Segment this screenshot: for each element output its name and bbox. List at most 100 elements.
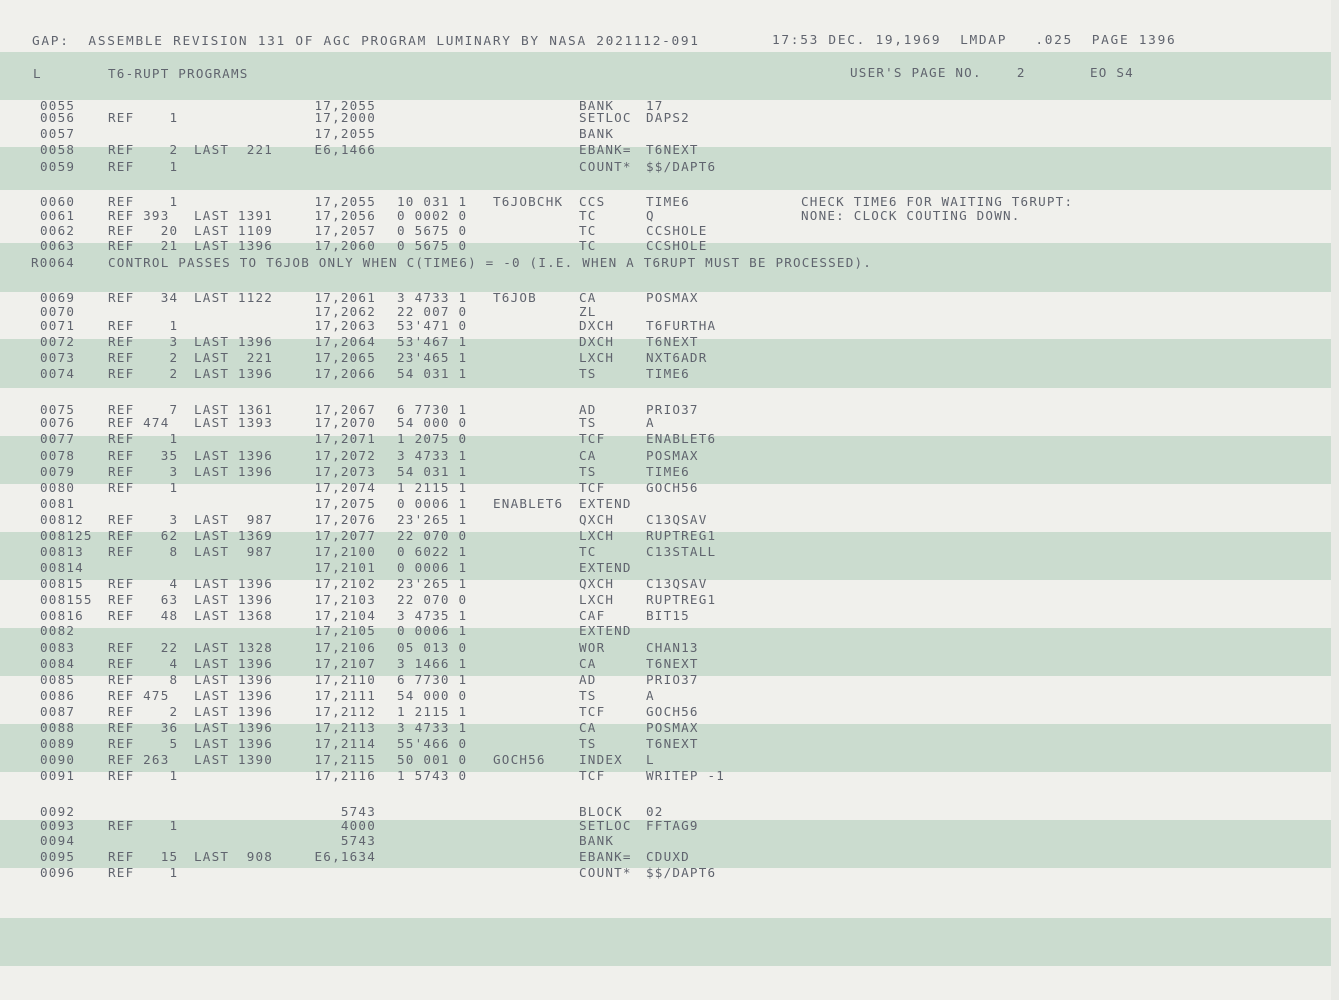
cell-code: 0 5675 0	[397, 238, 468, 253]
cell-ref: REF 393	[108, 208, 170, 223]
paper-edge	[1331, 0, 1339, 1000]
cell-ln: 00813	[40, 544, 84, 559]
cell-code: 6 7730 1	[397, 672, 468, 687]
cell-operand: RUPTREG1	[646, 592, 717, 607]
cell-code: 3 4733 1	[397, 720, 468, 735]
cell-comment: NONE: CLOCK COUTING DOWN.	[801, 208, 1021, 223]
cell-operand: POSMAX	[646, 290, 699, 305]
cell-ln: 0092	[40, 804, 76, 819]
cell-ln: 0061	[40, 208, 76, 223]
cell-addr: 17,2073	[314, 464, 376, 479]
section-title: T6-RUPT PROGRAMS	[108, 66, 249, 81]
cell-ref: REF 1	[108, 480, 179, 495]
cell-ln: 0079	[40, 464, 76, 479]
cell-op: TC	[579, 208, 597, 223]
cell-last: LAST 1396	[194, 366, 274, 381]
cell-op: SETLOC	[579, 110, 632, 125]
cell-addr: 17,2057	[314, 223, 376, 238]
cell-ref: REF 1	[108, 318, 179, 333]
remark-line-number: R0064	[31, 255, 75, 270]
cell-op: CAF	[579, 608, 606, 623]
cell-addr: 17,2111	[314, 688, 376, 703]
cell-addr: 17,2104	[314, 608, 376, 623]
cell-op: TCF	[579, 768, 606, 783]
cell-ln: 0057	[40, 126, 76, 141]
cell-operand: C13STALL	[646, 544, 717, 559]
cell-last: LAST 987	[194, 544, 274, 559]
cell-ref: REF 5	[108, 736, 179, 751]
cell-ref: REF 63	[108, 592, 179, 607]
cell-last: LAST 1122	[194, 290, 274, 305]
cell-op: DXCH	[579, 334, 615, 349]
cell-code: 1 2115 1	[397, 480, 468, 495]
cell-code: 53'467 1	[397, 334, 468, 349]
cell-last: LAST 1396	[194, 656, 274, 671]
cell-code: 23'265 1	[397, 512, 468, 527]
cell-ln: 00812	[40, 512, 84, 527]
cell-op: TS	[579, 688, 597, 703]
cell-code: 0 6022 1	[397, 544, 468, 559]
cell-operand: GOCH56	[646, 704, 699, 719]
cell-operand: WRITEP -1	[646, 768, 726, 783]
cell-addr: 17,2101	[314, 560, 376, 575]
cell-ln: 0090	[40, 752, 76, 767]
cell-operand: A	[646, 415, 655, 430]
cell-code: 54 031 1	[397, 464, 468, 479]
cell-operand: T6NEXT	[646, 736, 699, 751]
cell-ref: REF 4	[108, 656, 179, 671]
cell-ref: REF 1	[108, 431, 179, 446]
cell-ref: REF 48	[108, 608, 179, 623]
cell-operand: CDUXD	[646, 849, 690, 864]
cell-op: SETLOC	[579, 818, 632, 833]
cell-operand: L	[646, 752, 655, 767]
cell-op: EBANK=	[579, 849, 632, 864]
cell-ln: 0069	[40, 290, 76, 305]
cell-operand: FFTAG9	[646, 818, 699, 833]
cell-addr: E6,1466	[314, 142, 376, 157]
cell-op: CA	[579, 290, 597, 305]
cell-op: TC	[579, 223, 597, 238]
cell-ln: 0088	[40, 720, 76, 735]
cell-operand: POSMAX	[646, 720, 699, 735]
cell-ref: REF 1	[108, 159, 179, 174]
cell-operand: C13QSAV	[646, 576, 708, 591]
cell-last: LAST 1396	[194, 688, 274, 703]
cell-code: 3 4733 1	[397, 448, 468, 463]
cell-code: 23'265 1	[397, 576, 468, 591]
cell-last: LAST 221	[194, 142, 274, 157]
cell-ref: REF 21	[108, 238, 179, 253]
cell-code: 22 070 0	[397, 528, 468, 543]
cell-code: 54 031 1	[397, 366, 468, 381]
cell-code: 3 4735 1	[397, 608, 468, 623]
cell-addr: 5743	[340, 833, 376, 848]
cell-code: 23'465 1	[397, 350, 468, 365]
cell-ln: 008155	[40, 592, 93, 607]
cell-addr: 5743	[340, 804, 376, 819]
cell-last: LAST 908	[194, 849, 274, 864]
cell-addr: 17,2115	[314, 752, 376, 767]
cell-operand: $$/DAPT6	[646, 865, 717, 880]
cell-op: TC	[579, 544, 597, 559]
cell-op: TC	[579, 238, 597, 253]
cell-addr: 17,2000	[314, 110, 376, 125]
cell-ln: 0083	[40, 640, 76, 655]
cell-ref: REF 8	[108, 544, 179, 559]
cell-op: LXCH	[579, 350, 615, 365]
cell-addr: E6,1634	[314, 849, 376, 864]
cell-op: EBANK=	[579, 142, 632, 157]
cell-addr: 17,2106	[314, 640, 376, 655]
cell-operand: DAPS2	[646, 110, 690, 125]
cell-operand: RUPTREG1	[646, 528, 717, 543]
cell-addr: 17,2114	[314, 736, 376, 751]
cell-last: LAST 1396	[194, 448, 274, 463]
cell-op: COUNT*	[579, 159, 632, 174]
cell-operand: 02	[646, 804, 664, 819]
cell-last: LAST 1368	[194, 608, 274, 623]
cell-ref: REF 3	[108, 334, 179, 349]
cell-ln: 0093	[40, 818, 76, 833]
cell-ln: 0095	[40, 849, 76, 864]
cell-op: BANK	[579, 833, 615, 848]
cell-last: LAST 1109	[194, 223, 274, 238]
cell-last: LAST 1396	[194, 672, 274, 687]
cell-operand: T6FURTHA	[646, 318, 717, 333]
